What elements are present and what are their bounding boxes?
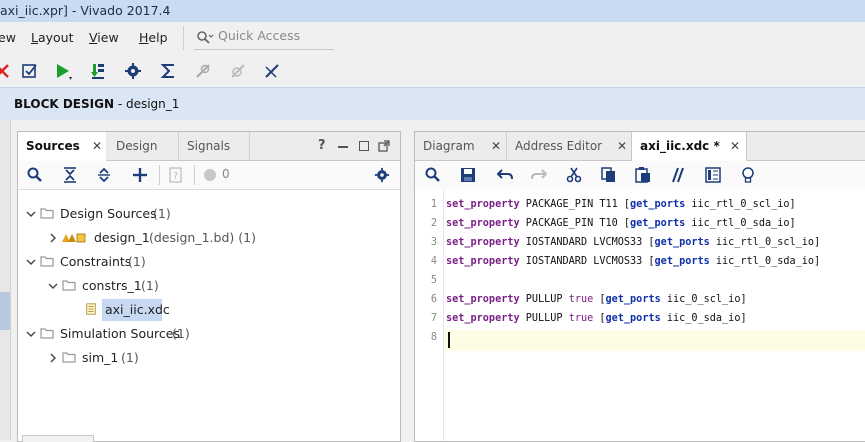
editor-tabbar: Diagram ✕ Address Editor ✕ axi_iic.xdc *… <box>415 132 865 162</box>
chevron-down-icon[interactable] <box>26 209 36 219</box>
chevron-down-icon[interactable] <box>48 281 58 291</box>
tree-item-sim-1[interactable]: sim_1 (1) <box>18 347 398 369</box>
tree-item-constrs-1[interactable]: constrs_1 (1) <box>18 275 398 297</box>
code-line-active: 8 <box>415 332 865 351</box>
code-line: 4 set_property IOSTANDARD LVCMOS33 [get_… <box>430 256 821 267</box>
debug-disabled-icon[interactable] <box>194 62 212 80</box>
chevron-down-icon[interactable] <box>26 257 36 267</box>
download-icon[interactable] <box>90 62 108 80</box>
menu-view[interactable]: View <box>89 30 119 45</box>
probe-icon[interactable] <box>263 62 281 80</box>
redo-icon[interactable] <box>531 167 547 183</box>
comment-icon[interactable] <box>670 167 686 183</box>
editor-panel: Diagram ✕ Address Editor ✕ axi_iic.xdc *… <box>414 131 865 442</box>
run-icon[interactable] <box>54 62 72 80</box>
text-cursor <box>448 332 450 348</box>
search-icon[interactable] <box>425 167 441 183</box>
tab-address-editor[interactable]: Address Editor ✕ <box>506 132 631 160</box>
constraint-file-icon <box>86 303 96 315</box>
close-red-icon[interactable] <box>0 62 12 80</box>
undo-icon[interactable] <box>497 167 513 183</box>
menu-help[interactable]: Help <box>139 30 168 45</box>
float-icon[interactable] <box>378 140 390 152</box>
editor-toolbar <box>415 161 865 190</box>
collapse-all-icon[interactable] <box>62 167 78 183</box>
copy-icon[interactable] <box>601 167 617 183</box>
close-icon[interactable]: ✕ <box>92 139 102 153</box>
add-icon[interactable] <box>132 167 148 183</box>
tree-item-simulation-sources[interactable]: Simulation Sources (1) <box>18 323 398 345</box>
code-line: 6 set_property PULLUP true [get_ports ii… <box>430 294 747 305</box>
sources-panel: Sources ✕ Design Signals ? ? 0 Design So… <box>17 131 401 442</box>
menu-layout[interactable]: Layout <box>31 30 74 45</box>
tab-axi-iic-xdc[interactable]: axi_iic.xdc * ✕ <box>631 132 747 162</box>
help-icon[interactable]: ? <box>318 138 326 153</box>
status-count: 0 <box>222 167 230 181</box>
code-editor[interactable]: 1 set_property PACKAGE_PIN T11 [get_port… <box>415 189 865 441</box>
quick-access-search[interactable]: Quick Access <box>194 27 334 50</box>
close-icon[interactable]: ✕ <box>617 139 627 153</box>
title-bar: axi_iic.xpr] - Vivado 2017.4 <box>0 0 865 22</box>
status-dot-icon <box>204 169 216 181</box>
probe-disabled-icon[interactable] <box>229 62 247 80</box>
cut-icon[interactable] <box>566 167 582 183</box>
tab-signals[interactable]: Signals <box>178 132 250 160</box>
code-line: 2 set_property PACKAGE_PIN T10 [get_port… <box>430 218 796 229</box>
chevron-right-icon[interactable] <box>48 233 58 243</box>
close-icon[interactable]: ✕ <box>491 139 501 153</box>
banner-prefix: BLOCK DESIGN <box>14 97 115 111</box>
hierarchy-help-icon[interactable]: ? <box>168 167 184 183</box>
code-line: 5 <box>430 275 437 286</box>
chevron-right-icon[interactable] <box>48 353 58 363</box>
minimize-icon[interactable] <box>338 146 348 148</box>
tree-item-axi-iic-xdc[interactable]: axi_iic.xdc <box>18 299 398 321</box>
tree-item-constraints[interactable]: Constraints (1) <box>18 251 398 273</box>
code-line: 1 set_property PACKAGE_PIN T11 [get_port… <box>430 199 796 210</box>
main-toolbar <box>0 54 865 86</box>
code-line: 3 set_property IOSTANDARD LVCMOS33 [get_… <box>430 237 821 248</box>
lightbulb-icon[interactable] <box>740 166 756 184</box>
window-title: axi_iic.xpr] - Vivado 2017.4 <box>0 3 171 18</box>
banner-suffix: - design_1 <box>114 97 180 111</box>
left-side-strip <box>0 120 11 440</box>
tree-item-design-sources[interactable]: Design Sources (1) <box>18 203 398 225</box>
folder-icon <box>40 328 54 339</box>
chevron-down-icon[interactable] <box>26 329 36 339</box>
gear-icon[interactable] <box>124 62 142 80</box>
svg-text:?: ? <box>173 171 178 182</box>
search-icon[interactable] <box>27 167 43 183</box>
side-strip-marker <box>0 292 10 330</box>
sources-tabbar: Sources ✕ Design Signals ? <box>18 132 400 162</box>
menu-view-partial[interactable]: ew <box>0 30 16 45</box>
expand-all-icon[interactable] <box>96 167 112 183</box>
folder-icon <box>62 280 76 291</box>
bottom-tab-stub[interactable] <box>22 435 94 442</box>
menu-separator <box>183 26 184 50</box>
gear-icon[interactable] <box>374 167 390 183</box>
block-design-icon <box>62 233 86 243</box>
save-icon[interactable] <box>460 167 476 183</box>
close-icon[interactable]: ✕ <box>730 139 740 153</box>
folder-icon <box>62 352 76 363</box>
tab-sources[interactable]: Sources ✕ <box>18 132 106 162</box>
tree-item-design-1[interactable]: design_1 (design_1.bd) (1) <box>18 227 398 249</box>
sources-toolbar: ? 0 <box>18 161 400 190</box>
template-icon[interactable] <box>705 167 721 183</box>
quick-access-placeholder: Quick Access <box>218 28 301 43</box>
tab-design[interactable]: Design <box>108 132 178 160</box>
folder-icon <box>40 208 54 219</box>
sigma-icon[interactable] <box>160 62 178 80</box>
maximize-icon[interactable] <box>359 141 369 151</box>
checkbox-icon[interactable] <box>21 62 39 80</box>
paste-icon[interactable] <box>635 167 651 183</box>
menu-bar: ew Layout View Help <box>0 22 865 54</box>
folder-icon <box>40 256 54 267</box>
tab-diagram[interactable]: Diagram ✕ <box>415 132 505 160</box>
block-design-banner: BLOCK DESIGN - design_1 <box>0 87 865 120</box>
search-icon <box>197 31 214 44</box>
